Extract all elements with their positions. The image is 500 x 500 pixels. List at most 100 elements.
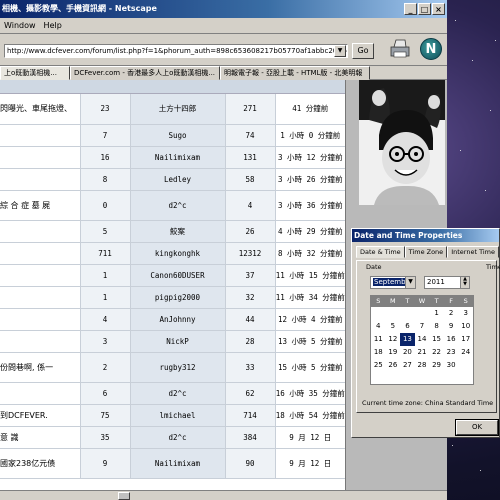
- calendar-day[interactable]: 26: [386, 359, 401, 372]
- author-cell[interactable]: 土方十四郎: [129, 94, 225, 125]
- calendar-day[interactable]: 6: [400, 320, 415, 333]
- table-row[interactable]: 1 pigpig2000 32 11 小時 34 分鐘前: [0, 286, 345, 309]
- menu-window[interactable]: Window: [4, 18, 36, 33]
- calendar-day[interactable]: 20: [400, 346, 415, 359]
- calendar-day[interactable]: 30: [444, 359, 459, 372]
- calendar-day[interactable]: 3: [458, 307, 473, 320]
- table-row[interactable]: 4 AnJohnny 44 12 小時 4 分鐘前: [0, 308, 345, 331]
- table-row[interactable]: 到DCFEVER. 75 lmichael 714 18 小時 54 分鐘前: [0, 404, 345, 427]
- chevron-down-icon[interactable]: ▼: [405, 277, 415, 288]
- calendar-day[interactable]: 18: [371, 346, 386, 359]
- author-cell[interactable]: pigpig2000: [129, 286, 225, 309]
- calendar-day[interactable]: 19: [386, 346, 401, 359]
- topic-cell[interactable]: 意 識: [0, 426, 80, 449]
- topic-cell[interactable]: [0, 286, 80, 309]
- topic-cell[interactable]: 綜 合 症 墓 屍: [0, 190, 80, 221]
- calendar-day[interactable]: 24: [458, 346, 473, 359]
- author-cell[interactable]: d2^c: [129, 190, 225, 221]
- scrollbar-thumb[interactable]: [118, 492, 130, 500]
- table-row[interactable]: 6 d2^c 62 16 小時 35 分鐘前: [0, 382, 345, 405]
- tab-mingpao[interactable]: 明報電子報 - 亞股上載 - HTML版 - 北美明報: [220, 66, 370, 80]
- topic-cell[interactable]: [0, 264, 80, 287]
- url-dropdown-button[interactable]: ▼: [334, 45, 346, 57]
- go-button[interactable]: Go: [352, 43, 374, 59]
- topic-cell[interactable]: [0, 308, 80, 331]
- table-row[interactable]: 份問巷啊, 係一 2 rugby312 33 15 小時 5 分鐘前: [0, 352, 345, 383]
- tab-internet-time[interactable]: Internet Time: [447, 246, 499, 258]
- table-row[interactable]: 閃曝光、車尾拖燈、 23 土方十四郎 271 41 分鐘前: [0, 94, 345, 125]
- horizontal-scrollbar[interactable]: [0, 490, 447, 500]
- topic-cell[interactable]: [0, 330, 80, 353]
- calendar-day[interactable]: 2: [444, 307, 459, 320]
- calendar-day[interactable]: 23: [444, 346, 459, 359]
- author-cell[interactable]: Sugo: [129, 124, 225, 147]
- table-row[interactable]: 3 NickP 28 13 小時 5 分鐘前: [0, 330, 345, 353]
- year-spinner[interactable]: 2011 ▲ ▼: [424, 276, 470, 289]
- tab-forum[interactable]: 上o既動漢相機...: [0, 66, 70, 80]
- tab-date-time[interactable]: Date & Time: [356, 246, 405, 258]
- table-row[interactable]: 16 Nailimixam 131 3 小時 12 分鐘前: [0, 146, 345, 169]
- spin-arrows-icon[interactable]: ▲ ▼: [460, 277, 469, 288]
- ok-button[interactable]: OK: [455, 419, 499, 436]
- topic-cell[interactable]: [0, 220, 80, 243]
- author-cell[interactable]: kingkonghk: [129, 242, 225, 265]
- topic-cell[interactable]: [0, 124, 80, 147]
- table-row[interactable]: 8 Ledley 58 3 小時 26 分鐘前: [0, 168, 345, 191]
- calendar-day[interactable]: 9: [444, 320, 459, 333]
- calendar-day[interactable]: 27: [400, 359, 415, 372]
- topic-cell[interactable]: [0, 242, 80, 265]
- tab-time-zone[interactable]: Time Zone: [404, 246, 448, 258]
- table-row[interactable]: 5 鮫案 26 4 小時 29 分鐘前: [0, 220, 345, 243]
- calendar-day[interactable]: 15: [429, 333, 444, 346]
- url-input[interactable]: http://www.dcfever.com/forum/list.php?f=…: [4, 44, 348, 58]
- close-button[interactable]: ×: [432, 3, 445, 15]
- maximize-button[interactable]: □: [418, 3, 431, 15]
- tab-dcfever[interactable]: DCFever.com - 香港最多人上o既動漢相機...: [70, 66, 220, 80]
- author-cell[interactable]: lmichael: [129, 404, 225, 427]
- print-icon[interactable]: [388, 38, 412, 60]
- calendar-day[interactable]: 11: [371, 333, 386, 346]
- topic-cell[interactable]: 到DCFEVER.: [0, 404, 80, 427]
- month-select[interactable]: September ▼: [370, 276, 416, 289]
- topic-cell[interactable]: 份問巷啊, 係一: [0, 352, 80, 383]
- calendar-day[interactable]: 17: [458, 333, 473, 346]
- topic-cell[interactable]: [0, 146, 80, 169]
- table-row[interactable]: 國家238亿元债 9 Nailimixam 90 9 月 12 日: [0, 448, 345, 479]
- calendar-day[interactable]: 29: [429, 359, 444, 372]
- author-cell[interactable]: Canon60DUSER: [129, 264, 225, 287]
- menu-help[interactable]: Help: [44, 18, 62, 33]
- author-cell[interactable]: d2^c: [129, 426, 225, 449]
- table-row[interactable]: 1 Canon60DUSER 37 11 小時 15 分鐘前: [0, 264, 345, 287]
- author-cell[interactable]: rugby312: [129, 352, 225, 383]
- table-row[interactable]: 綜 合 症 墓 屍 0 d2^c 4 3 小時 36 分鐘前: [0, 190, 345, 221]
- calendar-day[interactable]: 21: [415, 346, 430, 359]
- calendar-day[interactable]: 7: [415, 320, 430, 333]
- calendar-day[interactable]: 4: [371, 320, 386, 333]
- calendar-day[interactable]: 22: [429, 346, 444, 359]
- table-row[interactable]: 711 kingkonghk 12312 8 小時 32 分鐘前: [0, 242, 345, 265]
- calendar-day[interactable]: 12: [386, 333, 401, 346]
- calendar-day[interactable]: 13: [400, 333, 415, 346]
- calendar-day[interactable]: 5: [386, 320, 401, 333]
- author-cell[interactable]: d2^c: [129, 382, 225, 405]
- calendar-day[interactable]: 8: [429, 320, 444, 333]
- author-cell[interactable]: NickP: [129, 330, 225, 353]
- topic-cell[interactable]: 國家238亿元债: [0, 448, 80, 479]
- table-row[interactable]: 意 識 35 d2^c 384 9 月 12 日: [0, 426, 345, 449]
- table-row[interactable]: 7 Sugo 74 1 小時 0 分鐘前: [0, 124, 345, 147]
- author-cell[interactable]: Ledley: [129, 168, 225, 191]
- minimize-button[interactable]: _: [404, 3, 417, 15]
- author-cell[interactable]: Nailimixam: [129, 146, 225, 169]
- calendar-day[interactable]: 10: [458, 320, 473, 333]
- author-cell[interactable]: 鮫案: [129, 220, 225, 243]
- topic-cell[interactable]: [0, 168, 80, 191]
- topic-cell[interactable]: [0, 382, 80, 405]
- calendar-day[interactable]: 1: [429, 307, 444, 320]
- calendar-day[interactable]: 16: [444, 333, 459, 346]
- author-cell[interactable]: AnJohnny: [129, 308, 225, 331]
- calendar-day[interactable]: 14: [415, 333, 430, 346]
- calendar-day[interactable]: 25: [371, 359, 386, 372]
- topic-cell[interactable]: 閃曝光、車尾拖燈、: [0, 94, 80, 125]
- calendar-day[interactable]: 28: [415, 359, 430, 372]
- author-cell[interactable]: Nailimixam: [129, 448, 225, 479]
